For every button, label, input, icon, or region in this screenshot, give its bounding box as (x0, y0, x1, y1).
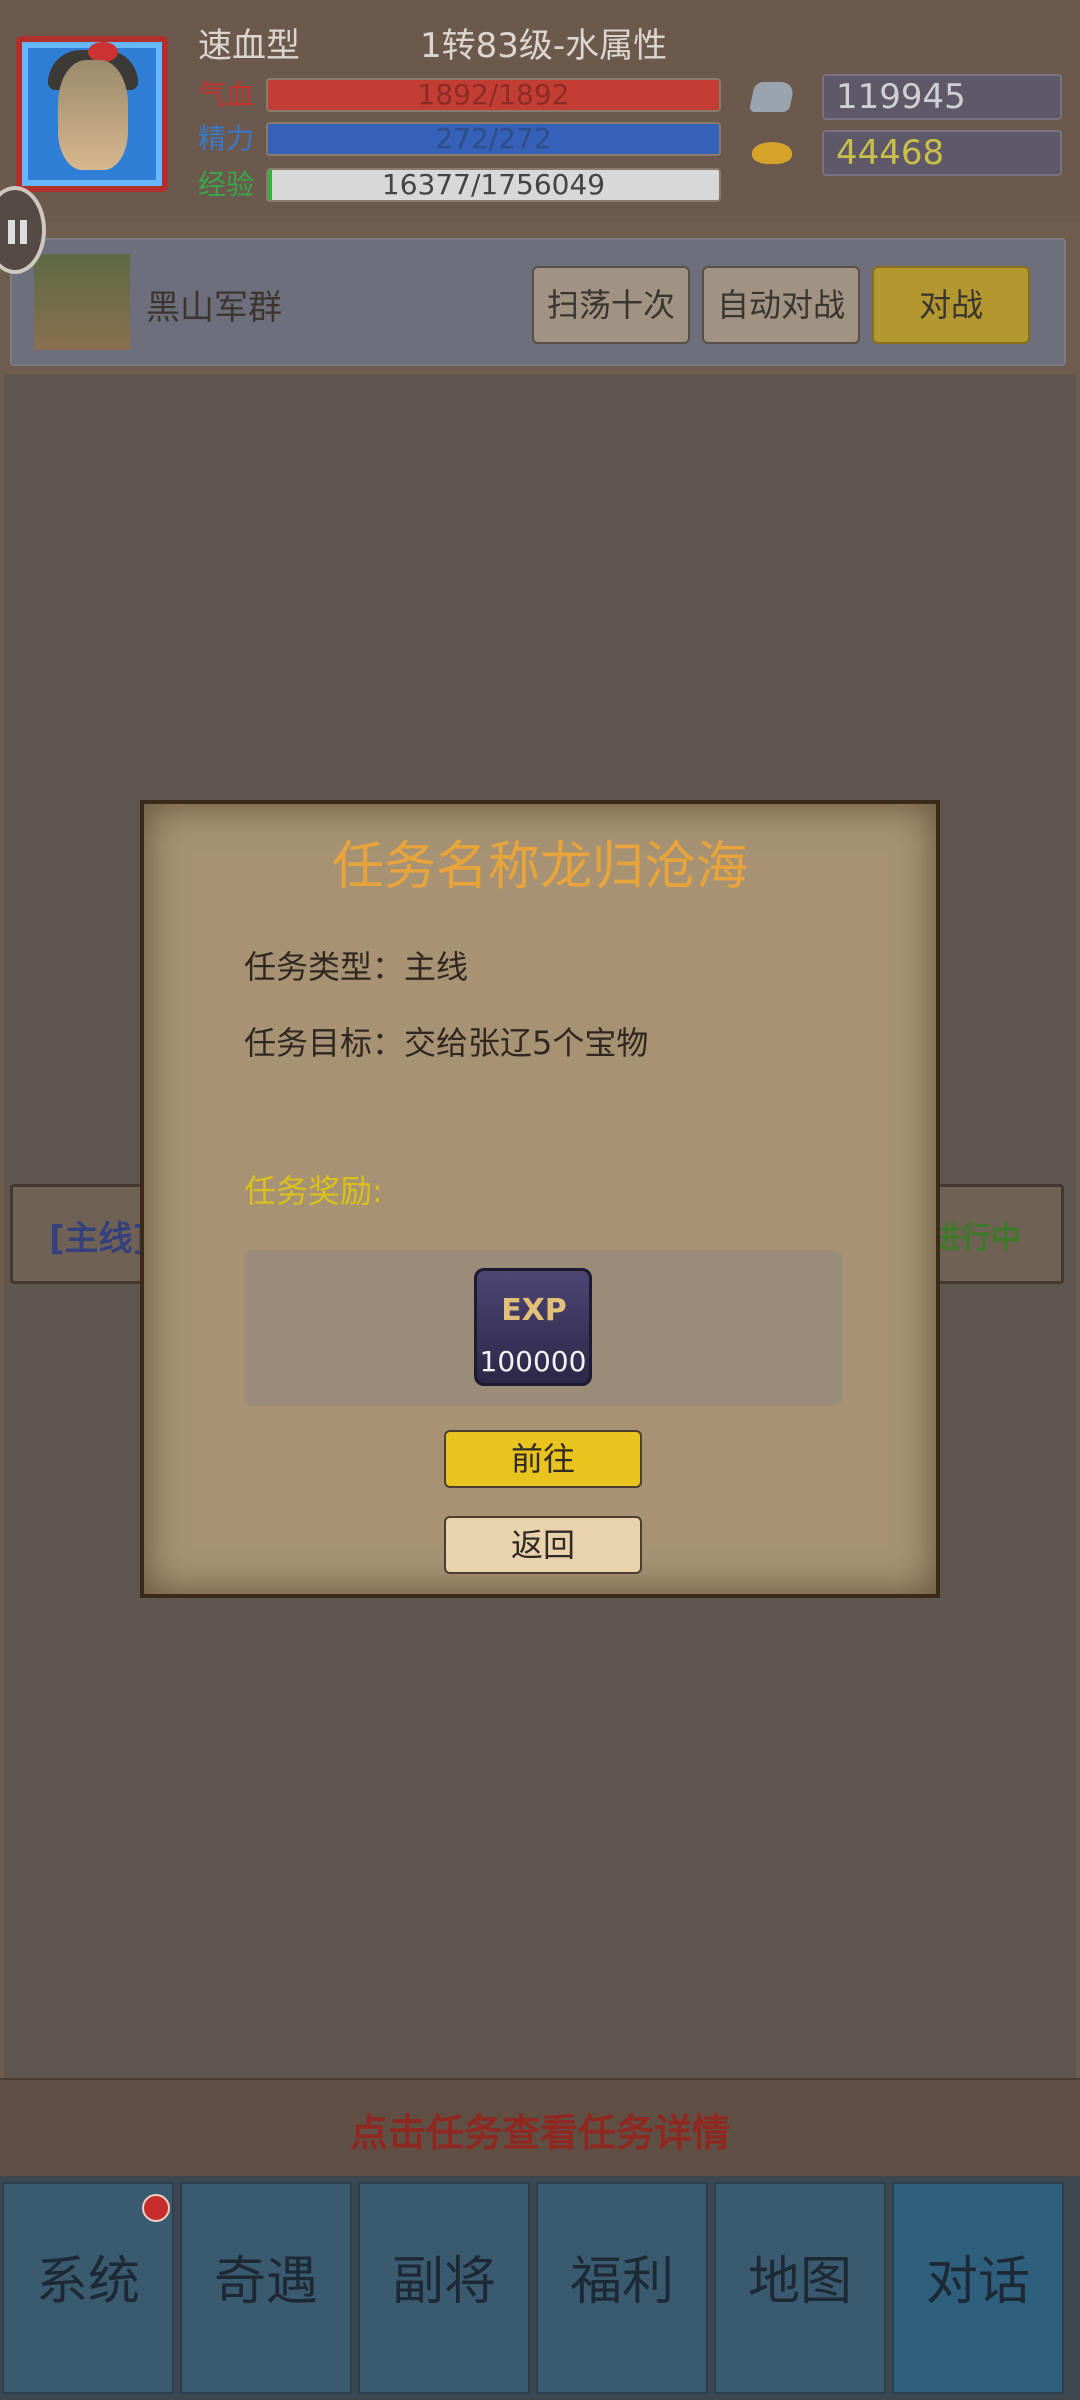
hp-label: 气血 (198, 78, 255, 111)
mp-row: 精力 272/272 (198, 122, 723, 156)
nav-dialogue[interactable]: 对话 (892, 2182, 1064, 2394)
task-tag: [主线] (49, 1219, 149, 1259)
back-button[interactable]: 返回 (444, 1516, 642, 1574)
pause-icon-bar-left (8, 220, 15, 244)
player-portrait[interactable] (16, 36, 168, 192)
go-button[interactable]: 前往 (444, 1430, 642, 1488)
task-type-line: 任务类型：主线 (244, 948, 469, 986)
exp-value: 16377/1756049 (381, 168, 606, 201)
exp-reward-item[interactable]: EXP 100000 (474, 1268, 592, 1386)
status-header: 速血型 1转83级-水属性 气血 1892/1892 精力 272/272 经验… (0, 0, 1080, 222)
sweep-ten-button[interactable]: 扫荡十次 (532, 266, 690, 344)
mp-value: 272/272 (435, 122, 552, 155)
reward-amount: 100000 (479, 1345, 587, 1378)
player-level: 1转83级-水属性 (420, 26, 668, 66)
silver-amount: 119945 (822, 74, 1062, 120)
hint-text: 点击任务查看任务详情 (349, 2111, 730, 2155)
gold-amount: 44468 (822, 130, 1062, 176)
task-goal-line: 任务目标：交给张辽5个宝物 (244, 1024, 649, 1062)
reward-box: EXP 100000 (244, 1250, 842, 1406)
exp-row: 经验 16377/1756049 (198, 168, 723, 202)
enemy-avatar (34, 254, 130, 350)
player-type: 速血型 (198, 26, 300, 66)
silver-icon (748, 82, 796, 112)
enemy-bar: 黑山军群 扫荡十次 自动对战 对战 (10, 238, 1066, 366)
mp-label: 精力 (198, 122, 255, 155)
nav-adventure[interactable]: 奇遇 (180, 2182, 352, 2394)
auto-battle-button[interactable]: 自动对战 (702, 266, 860, 344)
hint-bar: 点击任务查看任务详情 (0, 2078, 1080, 2176)
task-reward-label: 任务奖励: (244, 1172, 383, 1210)
nav-map[interactable]: 地图 (714, 2182, 886, 2394)
face-shape (58, 60, 128, 170)
pause-icon-bar-right (20, 220, 27, 244)
bottom-nav: 系统 奇遇 副将 福利 地图 对话 (0, 2176, 1080, 2400)
hp-row: 气血 1892/1892 (198, 78, 723, 112)
exp-label: 经验 (198, 168, 255, 201)
gold-ingot-icon (752, 142, 792, 164)
mp-bar: 272/272 (266, 122, 721, 156)
hp-bar: 1892/1892 (266, 78, 721, 112)
nav-welfare[interactable]: 福利 (536, 2182, 708, 2394)
nav-deputy[interactable]: 副将 (358, 2182, 530, 2394)
task-status: 进行中 (931, 1221, 1021, 1256)
hp-value: 1892/1892 (417, 78, 570, 111)
plume-shape (88, 42, 118, 62)
modal-title: 任务名称龙归沧海 (331, 837, 748, 897)
fight-button[interactable]: 对战 (872, 266, 1030, 344)
exp-bar: 16377/1756049 (266, 168, 721, 202)
task-detail-modal: 任务名称龙归沧海 任务类型：主线 任务目标：交给张辽5个宝物 任务奖励: EXP… (140, 800, 940, 1598)
notification-dot (142, 2194, 170, 2222)
exp-icon: EXP (501, 1293, 567, 1328)
enemy-name: 黑山军群 (146, 288, 282, 328)
